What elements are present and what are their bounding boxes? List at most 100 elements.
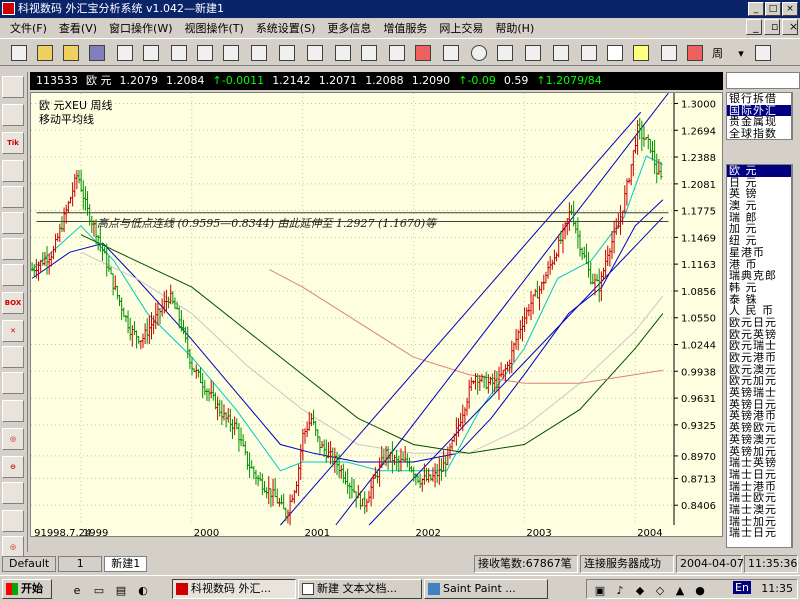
currency-item[interactable]: 人 民 币 bbox=[727, 305, 791, 317]
currency-item[interactable]: 韩 元 bbox=[727, 282, 791, 294]
menu-view-ops[interactable]: 视图操作(T) bbox=[179, 20, 250, 36]
task-forex-app[interactable]: 科视数码 外汇... bbox=[172, 579, 296, 599]
currency-item[interactable]: 欧元日元 bbox=[727, 317, 791, 329]
category-scrollbar[interactable] bbox=[792, 92, 800, 140]
zoom-out-icon[interactable] bbox=[550, 42, 572, 64]
currency-item[interactable]: 英镑欧元 bbox=[727, 422, 791, 434]
channel-icon[interactable] bbox=[2, 186, 24, 208]
mdi-restore-button[interactable]: ▫ bbox=[764, 19, 780, 35]
target-icon[interactable]: ◎ bbox=[2, 428, 24, 450]
currency-item[interactable]: 瑞士英镑 bbox=[727, 457, 791, 469]
task-text-doc[interactable]: 新建 文本文档... bbox=[298, 579, 422, 599]
help-icon[interactable] bbox=[630, 42, 652, 64]
grid-icon[interactable] bbox=[332, 42, 354, 64]
zoom-in-icon[interactable] bbox=[522, 42, 544, 64]
window-icon[interactable] bbox=[276, 42, 298, 64]
delete-icon[interactable]: ✕ bbox=[2, 320, 24, 342]
category-item[interactable]: 国际外汇 bbox=[727, 104, 791, 117]
language-indicator[interactable]: En bbox=[733, 581, 751, 594]
currency-item[interactable]: 欧 元 bbox=[727, 165, 791, 177]
mdi-minimize-button[interactable]: _ bbox=[746, 19, 762, 35]
market-dropdown[interactable] bbox=[726, 72, 800, 89]
chart-icon[interactable] bbox=[2, 372, 24, 394]
currency-item[interactable]: 纽 元 bbox=[727, 235, 791, 247]
currency-item[interactable]: 英镑澳元 bbox=[727, 434, 791, 446]
chart2-icon[interactable] bbox=[2, 400, 24, 422]
chevron-down-icon[interactable]: ▾ bbox=[730, 42, 752, 64]
maximize-button[interactable]: □ bbox=[765, 2, 781, 16]
period-select[interactable]: 周 bbox=[712, 45, 723, 61]
menu-help[interactable]: 帮助(H) bbox=[489, 20, 540, 36]
list-icon[interactable] bbox=[304, 42, 326, 64]
clock-icon[interactable] bbox=[468, 42, 490, 64]
print-icon[interactable] bbox=[168, 42, 190, 64]
tab-default[interactable]: Default bbox=[2, 556, 57, 572]
currency-item[interactable]: 英镑加元 bbox=[727, 446, 791, 458]
menu-view[interactable]: 查看(V) bbox=[53, 20, 103, 36]
category-item[interactable]: 贵金属现 bbox=[727, 116, 791, 128]
currency-item[interactable]: 英镑港币 bbox=[727, 410, 791, 422]
exit-icon[interactable] bbox=[684, 42, 706, 64]
currency-item[interactable]: 澳 元 bbox=[727, 200, 791, 212]
currency-item[interactable]: 欧元港币 bbox=[727, 352, 791, 364]
currency-item[interactable]: 瑞典克郎 bbox=[727, 270, 791, 282]
currency-item[interactable]: 港 币 bbox=[727, 259, 791, 271]
swap-icon[interactable] bbox=[494, 42, 516, 64]
tray-volume-icon[interactable]: ♪ bbox=[609, 579, 631, 601]
draw-ray-icon[interactable] bbox=[2, 104, 24, 126]
arrow-up-icon[interactable] bbox=[412, 42, 434, 64]
minimize-button[interactable]: _ bbox=[748, 2, 764, 16]
keyboard-icon[interactable] bbox=[752, 42, 774, 64]
info-icon[interactable] bbox=[658, 42, 680, 64]
tik-icon[interactable]: Tik bbox=[2, 132, 24, 154]
currency-item[interactable]: 加 元 bbox=[727, 223, 791, 235]
menu-file[interactable]: 文件(F) bbox=[4, 20, 53, 36]
currency-item[interactable]: 瑞士加元 bbox=[727, 516, 791, 528]
menu-more-info[interactable]: 更多信息 bbox=[321, 20, 377, 36]
bar-icon[interactable] bbox=[2, 510, 24, 532]
currency-scrollbar[interactable] bbox=[792, 164, 800, 548]
currency-item[interactable]: 英镑瑞士 bbox=[727, 387, 791, 399]
mdi-close-button[interactable]: × bbox=[782, 19, 798, 35]
desktop-icon[interactable]: ▭ bbox=[88, 579, 110, 601]
currency-item[interactable]: 日 元 bbox=[727, 177, 791, 189]
chart-svg[interactable]: 1.3000 1.2694 1.2388 1.2081 1.1775 1.1469 1.11… bbox=[30, 92, 724, 539]
table-icon[interactable] bbox=[440, 42, 462, 64]
tray-app4-icon[interactable]: ● bbox=[689, 579, 711, 601]
menu-settings[interactable]: 系统设置(S) bbox=[250, 20, 322, 36]
arc-icon[interactable] bbox=[2, 264, 24, 286]
save-icon[interactable] bbox=[86, 42, 108, 64]
currency-item[interactable]: 欧元加元 bbox=[727, 375, 791, 387]
calendar-icon[interactable] bbox=[194, 42, 216, 64]
currency-item[interactable]: 瑞士港币 bbox=[727, 481, 791, 493]
currency-item[interactable]: 星港币 bbox=[727, 247, 791, 259]
currency-item[interactable]: 欧元英镑 bbox=[727, 329, 791, 341]
open-file-icon[interactable] bbox=[34, 42, 56, 64]
box-icon[interactable]: BOX bbox=[2, 292, 24, 314]
fibonacci-icon[interactable] bbox=[2, 212, 24, 234]
tray-network-icon[interactable]: ▣ bbox=[589, 579, 611, 601]
currency-item[interactable]: 瑞士澳元 bbox=[727, 504, 791, 516]
detail-icon[interactable] bbox=[358, 42, 380, 64]
folder-icon[interactable] bbox=[60, 42, 82, 64]
arrow-down-icon[interactable] bbox=[578, 42, 600, 64]
currency-item[interactable]: 泰 铢 bbox=[727, 294, 791, 306]
close-button[interactable]: × bbox=[782, 2, 798, 16]
paste-icon[interactable] bbox=[140, 42, 162, 64]
currency-item[interactable]: 欧元澳元 bbox=[727, 364, 791, 376]
currency-item[interactable]: 瑞士欧元 bbox=[727, 492, 791, 504]
price-chart[interactable]: 1.3000 1.2694 1.2388 1.2081 1.1775 1.1469 1.11… bbox=[30, 92, 724, 539]
start-button[interactable]: 开始 bbox=[2, 579, 52, 599]
trend-icon[interactable] bbox=[2, 160, 24, 182]
tray-app3-icon[interactable]: ▲ bbox=[669, 579, 691, 601]
currency-item[interactable]: 瑞士日元 bbox=[727, 527, 791, 539]
category-item[interactable]: 全球指数 bbox=[727, 128, 791, 139]
tray-app2-icon[interactable]: ◇ bbox=[649, 579, 671, 601]
layout-icon[interactable] bbox=[248, 42, 270, 64]
ie-icon[interactable]: e bbox=[66, 579, 88, 601]
new-file-icon[interactable] bbox=[8, 42, 30, 64]
gann-icon[interactable] bbox=[2, 238, 24, 260]
toggle-panel-icon[interactable] bbox=[604, 42, 626, 64]
stats-icon[interactable] bbox=[220, 42, 242, 64]
currency-item[interactable]: 瑞 郎 bbox=[727, 212, 791, 224]
